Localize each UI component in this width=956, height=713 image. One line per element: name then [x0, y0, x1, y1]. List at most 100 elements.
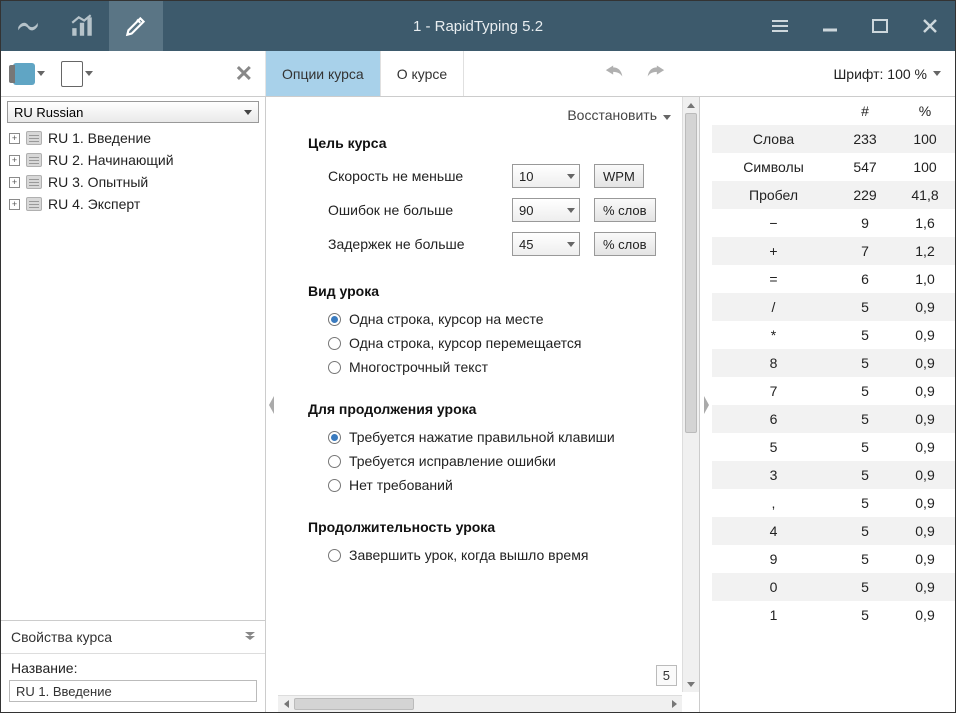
expand-icon[interactable]: +: [9, 199, 20, 210]
stats-row: /50,9: [712, 293, 955, 321]
stats-row: 650,9: [712, 405, 955, 433]
continue-radio-2[interactable]: Нет требований: [278, 473, 699, 497]
stats-label: Символы: [712, 159, 835, 175]
delete-button[interactable]: ✕: [229, 57, 259, 91]
stats-row: Слова233100: [712, 125, 955, 153]
stats-pct: 0,9: [895, 523, 955, 539]
name-input[interactable]: RU 1. Введение: [9, 680, 257, 702]
radio-icon: [328, 313, 341, 326]
radio-label: Нет требований: [349, 477, 453, 493]
stats-count: 5: [835, 411, 895, 427]
split-handle-left[interactable]: [266, 97, 278, 712]
course-icon: [26, 175, 42, 189]
goal-value-select[interactable]: 45: [512, 232, 580, 256]
stats-label: 5: [712, 439, 835, 455]
minimize-button[interactable]: [805, 1, 855, 51]
goal-unit-button[interactable]: % слов: [594, 198, 656, 222]
properties-header[interactable]: Свойства курса: [1, 620, 265, 653]
view-radio-0[interactable]: Одна строка, курсор на месте: [278, 307, 699, 331]
font-zoom-label: Шрифт: 100 %: [833, 66, 927, 82]
expand-icon[interactable]: +: [9, 133, 20, 144]
goal-label: Скорость не меньше: [328, 168, 498, 184]
tree-item-3[interactable]: +RU 4. Эксперт: [7, 193, 259, 215]
tree-item-2[interactable]: +RU 3. Опытный: [7, 171, 259, 193]
radio-label: Требуется исправление ошибки: [349, 453, 556, 469]
chevron-down-icon: [567, 174, 575, 179]
close-button[interactable]: [905, 1, 955, 51]
stats-label: 6: [712, 411, 835, 427]
section-duration-title: Продолжительность урока: [278, 511, 699, 543]
view-radio-1[interactable]: Одна строка, курсор перемещается: [278, 331, 699, 355]
tree-item-0[interactable]: +RU 1. Введение: [7, 127, 259, 149]
options-scroll-area[interactable]: Восстановить Цель курса Скорость не мень…: [278, 97, 700, 712]
radio-icon: [328, 549, 341, 562]
goal-unit-button[interactable]: % слов: [594, 232, 656, 256]
goal-label: Задержек не больше: [328, 236, 498, 252]
redo-button[interactable]: [644, 62, 666, 85]
view-radio-2[interactable]: Многострочный текст: [278, 355, 699, 379]
new-button[interactable]: [55, 57, 99, 91]
horizontal-scrollbar[interactable]: [278, 695, 682, 712]
titlebar-tab-stats[interactable]: [55, 1, 109, 51]
restore-label: Восстановить: [567, 107, 657, 123]
stats-count: 5: [835, 551, 895, 567]
radio-label: Одна строка, курсор перемещается: [349, 335, 581, 351]
expand-icon[interactable]: +: [9, 177, 20, 188]
radio-icon: [328, 479, 341, 492]
titlebar-tab-play[interactable]: [1, 1, 55, 51]
course-tree: +RU 1. Введение+RU 2. Начинающий+RU 3. О…: [1, 125, 265, 217]
goal-unit-button[interactable]: WPM: [594, 164, 644, 188]
radio-label: Одна строка, курсор на месте: [349, 311, 544, 327]
stats-pct: 0,9: [895, 495, 955, 511]
scroll-down-icon[interactable]: [683, 676, 699, 692]
course-button[interactable]: [7, 59, 51, 89]
stats-count: 7: [835, 243, 895, 259]
radio-icon: [328, 337, 341, 350]
scroll-left-icon[interactable]: [278, 696, 294, 712]
stats-header: # %: [712, 97, 955, 125]
radio-label: Требуется нажатие правильной клавиши: [349, 429, 615, 445]
scroll-thumb[interactable]: [685, 113, 697, 433]
stats-row: *50,9: [712, 321, 955, 349]
vertical-scrollbar[interactable]: [682, 97, 699, 692]
course-icon: [26, 153, 42, 167]
menu-button[interactable]: [755, 1, 805, 51]
stats-table-body: Слова233100Символы547100Пробел22941,8−91…: [712, 125, 955, 629]
duration-radio[interactable]: Завершить урок, когда вышло время: [278, 543, 699, 585]
stats-pct: 0,9: [895, 383, 955, 399]
radio-label: Многострочный текст: [349, 359, 488, 375]
goal-value-select[interactable]: 90: [512, 198, 580, 222]
stats-row: 150,9: [712, 601, 955, 629]
scroll-right-icon[interactable]: [666, 696, 682, 712]
stats-count: 5: [835, 495, 895, 511]
scroll-thumb[interactable]: [294, 698, 414, 710]
stats-label: 1: [712, 607, 835, 623]
tab-about[interactable]: О курсе: [381, 51, 464, 96]
undo-button[interactable]: [604, 62, 626, 85]
stats-label: 4: [712, 523, 835, 539]
language-select[interactable]: RU Russian: [7, 101, 259, 123]
stats-row: 450,9: [712, 517, 955, 545]
font-zoom-control[interactable]: Шрифт: 100 %: [819, 51, 955, 96]
maximize-button[interactable]: [855, 1, 905, 51]
expand-icon[interactable]: +: [9, 155, 20, 166]
tree-item-1[interactable]: +RU 2. Начинающий: [7, 149, 259, 171]
split-handle-right[interactable]: [700, 97, 712, 712]
scroll-up-icon[interactable]: [683, 97, 699, 113]
stats-count: 233: [835, 131, 895, 147]
titlebar-tab-editor[interactable]: [109, 1, 163, 51]
continue-radio-1[interactable]: Требуется исправление ошибки: [278, 449, 699, 473]
stats-row: 050,9: [712, 573, 955, 601]
stats-row: −91,6: [712, 209, 955, 237]
goal-value-select[interactable]: 10: [512, 164, 580, 188]
app-window: 1 - RapidTyping 5.2 ✕ Опции курса О курс…: [0, 0, 956, 713]
radio-icon: [328, 361, 341, 374]
time-badge[interactable]: 5: [656, 665, 677, 686]
file-icon: [61, 61, 83, 87]
tab-options[interactable]: Опции курса: [266, 51, 381, 96]
main-area: RU Russian +RU 1. Введение+RU 2. Начинаю…: [1, 97, 955, 712]
radio-icon: [328, 431, 341, 444]
restore-button[interactable]: Восстановить: [278, 97, 699, 127]
stats-count: 5: [835, 299, 895, 315]
continue-radio-0[interactable]: Требуется нажатие правильной клавиши: [278, 425, 699, 449]
